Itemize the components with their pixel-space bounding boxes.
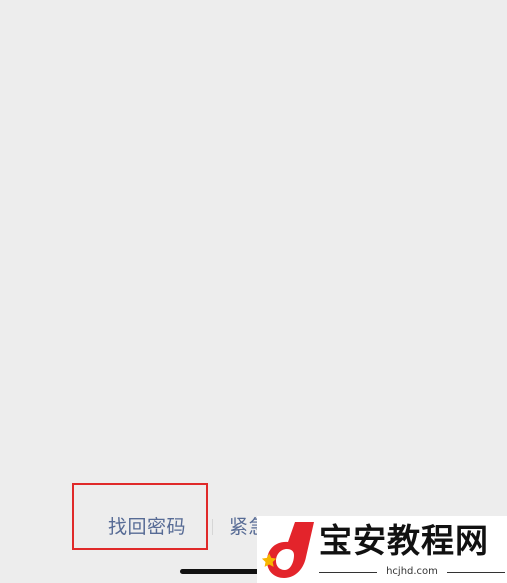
- url-line-right: [447, 572, 505, 573]
- url-line-left: [319, 572, 377, 573]
- watermark-url-row: hcjhd.com: [319, 565, 505, 579]
- link-divider: [212, 519, 213, 535]
- screen: 找回密码 紧急 宝安教程网 hcjhd.com: [0, 0, 507, 583]
- highlight-box: [72, 483, 208, 550]
- logo-icon: [261, 522, 314, 578]
- watermark-url: hcjhd.com: [386, 566, 438, 577]
- watermark: 宝安教程网 hcjhd.com: [257, 516, 507, 583]
- watermark-title: 宝安教程网: [319, 521, 489, 560]
